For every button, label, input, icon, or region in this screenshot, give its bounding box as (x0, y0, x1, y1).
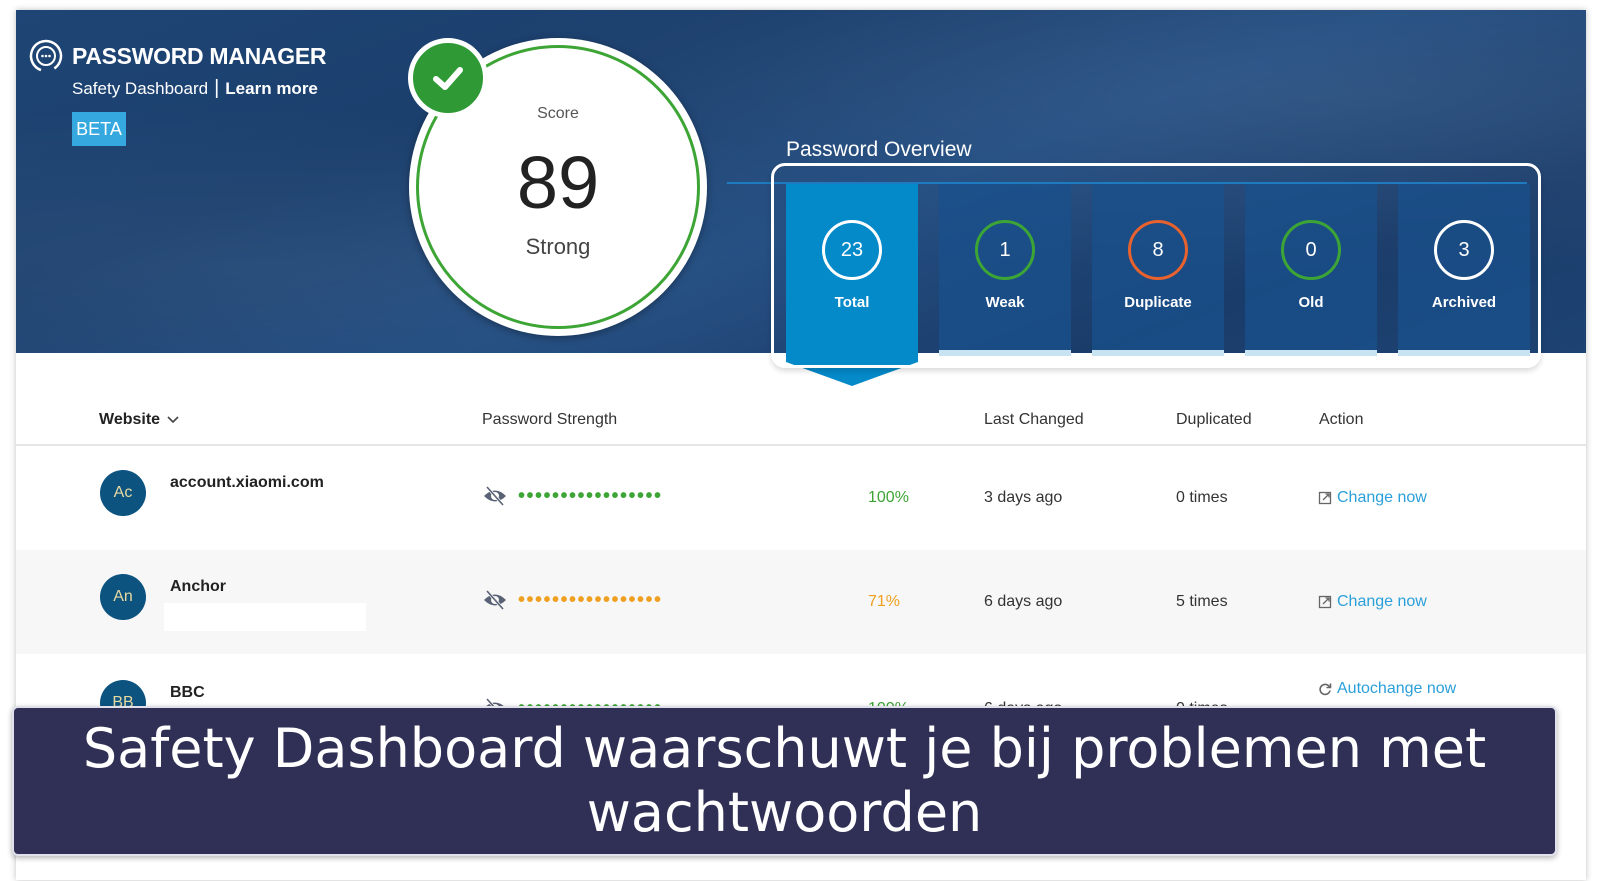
subtitle-line: Safety Dashboard | Learn more (72, 77, 318, 100)
table-row[interactable]: An Anchor ••••••••••••••••• 71% 6 days a… (16, 550, 1586, 654)
overview-tiles: 23 Total 1 Weak 8 Duplicate 0 Old 3 Arch… (786, 184, 1530, 362)
strength-percent: 100% (868, 489, 909, 506)
avatar: An (100, 574, 146, 620)
site-name: Anchor (170, 578, 226, 595)
tile-label: Weak (985, 294, 1025, 311)
overview-title: Password Overview (786, 138, 972, 161)
tile-duplicate[interactable]: 8 Duplicate (1092, 184, 1224, 356)
beta-badge: BETA (72, 112, 126, 146)
tile-count: 1 (975, 220, 1035, 280)
tile-count: 23 (822, 220, 882, 280)
eye-slash-icon[interactable] (482, 484, 508, 508)
masked-password: ••••••••••••••••• (518, 589, 663, 611)
strength-percent: 71% (868, 593, 901, 610)
tile-weak[interactable]: 1 Weak (939, 184, 1071, 356)
tile-old[interactable]: 0 Old (1245, 184, 1377, 356)
autochange-now-link[interactable]: Autochange now (1318, 680, 1456, 698)
action-label: Change now (1337, 593, 1427, 610)
tile-count: 8 (1128, 220, 1188, 280)
column-strength: Password Strength (482, 411, 618, 428)
action-label: Autochange now (1337, 680, 1457, 697)
last-changed: 6 days ago (984, 593, 1063, 610)
tile-count: 3 (1434, 220, 1494, 280)
change-now-link[interactable]: Change now (1318, 489, 1427, 507)
column-action: Action (1319, 411, 1364, 428)
external-link-icon (1318, 491, 1332, 505)
table-header: Website Password Strength Last Changed D… (16, 395, 1586, 446)
last-changed: 3 days ago (984, 489, 1063, 506)
avatar: Ac (100, 470, 146, 516)
learn-more-link[interactable]: Learn more (225, 79, 318, 99)
caption-banner: Safety Dashboard waarschuwt je bij probl… (12, 706, 1557, 856)
column-website[interactable]: Website (99, 411, 180, 429)
refresh-icon (1319, 683, 1332, 696)
column-label: Website (99, 411, 161, 428)
score-strength: Strong (525, 234, 591, 259)
eye-slash-icon[interactable] (482, 588, 508, 612)
column-last-changed: Last Changed (984, 411, 1084, 428)
redacted-username (164, 603, 366, 631)
app-title: PASSWORD MANAGER (72, 42, 327, 69)
tile-label: Old (1298, 294, 1324, 311)
site-name: account.xiaomi.com (170, 474, 324, 491)
masked-password: ••••••••••••••••• (518, 485, 663, 507)
duplicated-count: 0 times (1176, 489, 1228, 506)
table-row[interactable]: Ac account.xiaomi.com ••••••••••••••••• … (16, 446, 1586, 550)
tile-count: 0 (1281, 220, 1341, 280)
logo-icon (29, 39, 63, 73)
tile-label: Archived (1431, 294, 1497, 311)
page-subtitle: Safety Dashboard (72, 78, 209, 98)
action-label: Change now (1337, 489, 1427, 506)
caption-text: Safety Dashboard waarschuwt je bij probl… (82, 717, 1487, 844)
active-tile-pointer (786, 362, 918, 386)
column-duplicated: Duplicated (1176, 411, 1252, 428)
chevron-down-icon (167, 416, 179, 424)
tile-label: Total (834, 294, 870, 311)
brand: PASSWORD MANAGER (28, 38, 326, 74)
duplicated-count: 5 times (1176, 593, 1228, 610)
check-icon (408, 38, 488, 118)
tile-label: Duplicate (1124, 294, 1192, 311)
tile-total[interactable]: 23 Total (786, 184, 918, 362)
score-value: 89 (516, 141, 600, 224)
change-now-link[interactable]: Change now (1318, 593, 1427, 611)
tile-archived[interactable]: 3 Archived (1398, 184, 1530, 356)
separator: | (214, 77, 220, 99)
external-link-icon (1318, 595, 1332, 609)
site-name: BBC (170, 684, 205, 701)
